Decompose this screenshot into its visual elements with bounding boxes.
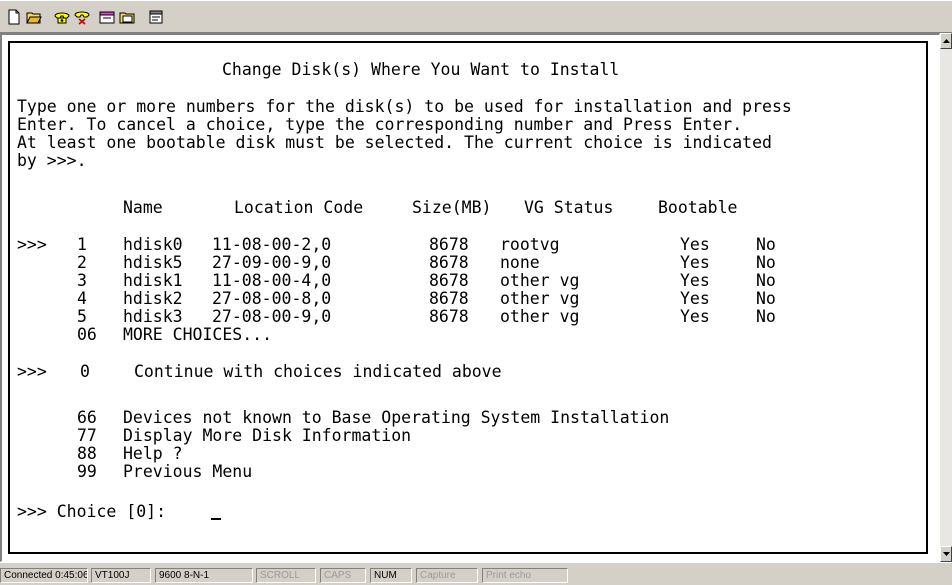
disk-location: 27-08-00-8,0 xyxy=(212,289,332,308)
menu-label: Previous Menu xyxy=(123,462,253,481)
disk-bootable: Yes xyxy=(680,235,710,254)
menu-number: 88 xyxy=(77,444,97,463)
disk-vg-status: other vg xyxy=(500,289,580,308)
disconnect-icon[interactable] xyxy=(72,8,92,26)
disk-bootable: Yes xyxy=(680,271,710,290)
disk-size: 8678 xyxy=(429,235,469,254)
header-bootable: Bootable xyxy=(658,198,738,217)
text-cursor xyxy=(211,518,221,520)
scroll-indicator: SCROLL xyxy=(256,568,316,583)
intro-line: Type one or more numbers for the disk(s)… xyxy=(17,97,792,116)
toolbar xyxy=(0,0,952,33)
menu-label: Display More Disk Information xyxy=(123,426,412,445)
disk-bootable: Yes xyxy=(680,307,710,326)
send-file-icon[interactable] xyxy=(98,8,118,26)
disk-vg-status: none xyxy=(500,253,540,272)
scroll-down-icon[interactable] xyxy=(940,546,952,562)
disk-extra: No xyxy=(756,271,776,290)
intro-line: Enter. To cancel a choice, type the corr… xyxy=(17,115,743,134)
disk-number: 1 xyxy=(77,235,87,254)
disk-bootable: Yes xyxy=(680,253,710,272)
disk-location: 11-08-00-2,0 xyxy=(212,235,332,254)
menu-label: Help ? xyxy=(123,444,183,463)
disk-vg-status: rootvg xyxy=(500,235,560,254)
disk-name: hdisk0 xyxy=(123,235,183,254)
disk-number: 2 xyxy=(77,253,87,272)
menu-number: 99 xyxy=(77,462,97,481)
disk-size: 8678 xyxy=(429,289,469,308)
properties-icon[interactable] xyxy=(146,8,166,26)
header-name: Name xyxy=(123,198,163,217)
connection-time: Connected 0:45:06 xyxy=(0,568,88,583)
menu-number: 66 xyxy=(77,408,97,427)
disk-size: 8678 xyxy=(429,271,469,290)
choice-prompt[interactable]: >>> Choice [0]: xyxy=(17,503,166,521)
intro-line: by >>>. xyxy=(17,151,87,170)
new-session-icon[interactable] xyxy=(4,8,24,26)
disk-extra: No xyxy=(756,253,776,272)
disk-name: hdisk5 xyxy=(123,253,183,272)
header-size: Size(MB) xyxy=(412,198,492,217)
menu-number: 0 xyxy=(80,362,90,381)
disk-size: 8678 xyxy=(429,253,469,272)
open-session-icon[interactable] xyxy=(24,8,44,26)
menu-number: 06 xyxy=(77,325,97,344)
disk-name: hdisk2 xyxy=(123,289,183,308)
connect-icon[interactable] xyxy=(52,8,72,26)
scroll-up-icon[interactable] xyxy=(940,33,952,49)
vertical-scrollbar[interactable] xyxy=(940,33,952,562)
disk-name: hdisk3 xyxy=(123,307,183,326)
port-settings: 9600 8-N-1 xyxy=(155,568,253,583)
menu-label: MORE CHOICES... xyxy=(123,325,273,344)
caps-indicator: CAPS xyxy=(320,568,366,583)
terminal-window[interactable]: Change Disk(s) Where You Want to Install… xyxy=(0,33,940,562)
header-location-code: Location Code xyxy=(234,198,364,217)
disk-vg-status: other vg xyxy=(500,307,580,326)
capture-indicator: Capture xyxy=(416,568,478,583)
intro-line: At least one bootable disk must be selec… xyxy=(17,133,772,152)
disk-bootable: Yes xyxy=(680,289,710,308)
disk-location: 11-08-00-4,0 xyxy=(212,271,332,290)
menu-number: 77 xyxy=(77,426,97,445)
header-vg-status: VG Status xyxy=(524,198,614,217)
status-bar: Connected 0:45:06 VT100J 9600 8-N-1 SCRO… xyxy=(0,562,952,585)
disk-location: 27-08-00-9,0 xyxy=(212,307,332,326)
disk-number: 3 xyxy=(77,271,87,290)
disk-number: 5 xyxy=(77,307,87,326)
screen-title: Change Disk(s) Where You Want to Install xyxy=(222,60,620,79)
disk-name: hdisk1 xyxy=(123,271,183,290)
disk-extra: No xyxy=(756,307,776,326)
receive-file-icon[interactable] xyxy=(118,8,138,26)
terminal-screen[interactable]: Change Disk(s) Where You Want to Install… xyxy=(8,41,928,554)
disk-extra: No xyxy=(756,289,776,308)
disk-location: 27-09-00-9,0 xyxy=(212,253,332,272)
selection-marker: >>> xyxy=(17,235,47,254)
emulation-type: VT100J xyxy=(91,568,151,583)
selection-marker: >>> xyxy=(17,362,47,381)
print-echo-indicator: Print echo xyxy=(482,568,568,583)
disk-number: 4 xyxy=(77,289,87,308)
menu-label: Devices not known to Base Operating Syst… xyxy=(123,408,670,427)
menu-label: Continue with choices indicated above xyxy=(134,362,502,381)
num-indicator: NUM xyxy=(370,568,412,583)
disk-extra: No xyxy=(756,235,776,254)
disk-size: 8678 xyxy=(429,307,469,326)
disk-vg-status: other vg xyxy=(500,271,580,290)
